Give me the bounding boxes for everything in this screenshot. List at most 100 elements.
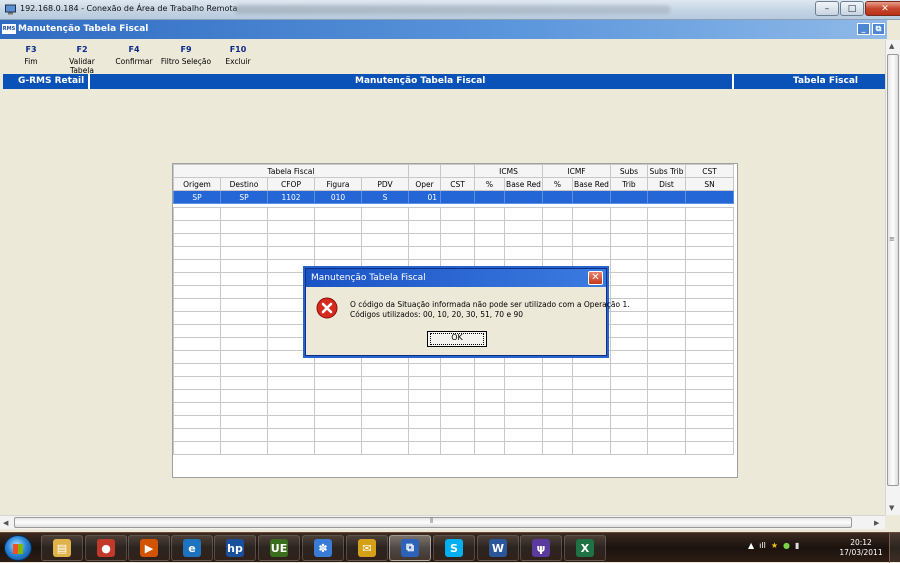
empty-cell[interactable] xyxy=(610,389,648,403)
empty-cell[interactable] xyxy=(647,428,686,442)
empty-cell[interactable] xyxy=(685,337,734,351)
cell-origem[interactable]: SP xyxy=(173,190,221,204)
app-minimize-button[interactable]: _ xyxy=(857,23,870,35)
empty-cell[interactable] xyxy=(408,363,441,377)
empty-cell[interactable] xyxy=(314,246,362,260)
empty-cell[interactable] xyxy=(267,220,315,234)
empty-cell[interactable] xyxy=(542,402,573,416)
empty-cell[interactable] xyxy=(572,233,611,247)
empty-cell[interactable] xyxy=(542,428,573,442)
empty-cell[interactable] xyxy=(267,441,315,455)
taskbar-media-player-button[interactable]: ● xyxy=(85,535,127,561)
column-header-cst-sn[interactable]: SN xyxy=(685,177,734,191)
empty-cell[interactable] xyxy=(542,415,573,429)
empty-cell[interactable] xyxy=(542,363,573,377)
cell-destino[interactable]: SP xyxy=(220,190,268,204)
empty-cell[interactable] xyxy=(440,246,475,260)
column-header-destino[interactable]: Destino xyxy=(220,177,268,191)
empty-cell[interactable] xyxy=(267,389,315,403)
empty-cell[interactable] xyxy=(361,246,409,260)
empty-cell[interactable] xyxy=(474,207,505,221)
cell-icms-base-red[interactable] xyxy=(504,190,543,204)
empty-cell[interactable] xyxy=(685,402,734,416)
empty-table-row[interactable] xyxy=(173,220,734,234)
empty-cell[interactable] xyxy=(647,311,686,325)
empty-table-row[interactable] xyxy=(173,363,734,377)
empty-cell[interactable] xyxy=(610,402,648,416)
rdp-maximize-button[interactable]: □ xyxy=(840,1,864,16)
empty-cell[interactable] xyxy=(173,389,221,403)
empty-cell[interactable] xyxy=(474,220,505,234)
scroll-down-arrow-icon[interactable]: ▼ xyxy=(889,504,894,512)
empty-cell[interactable] xyxy=(220,207,268,221)
toolbar-fim-button[interactable]: F3 Fim xyxy=(21,45,41,66)
empty-cell[interactable] xyxy=(361,207,409,221)
empty-cell[interactable] xyxy=(610,259,648,273)
taskbar-vs-button[interactable]: ψ xyxy=(520,535,562,561)
empty-cell[interactable] xyxy=(440,207,475,221)
empty-cell[interactable] xyxy=(220,259,268,273)
empty-cell[interactable] xyxy=(173,350,221,364)
empty-cell[interactable] xyxy=(474,415,505,429)
column-header-subs-trib-dist[interactable]: Dist xyxy=(647,177,686,191)
empty-cell[interactable] xyxy=(685,389,734,403)
empty-cell[interactable] xyxy=(314,402,362,416)
empty-cell[interactable] xyxy=(572,376,611,390)
empty-cell[interactable] xyxy=(408,376,441,390)
empty-cell[interactable] xyxy=(685,428,734,442)
empty-cell[interactable] xyxy=(647,402,686,416)
empty-cell[interactable] xyxy=(314,428,362,442)
empty-cell[interactable] xyxy=(610,428,648,442)
empty-cell[interactable] xyxy=(173,272,221,286)
empty-cell[interactable] xyxy=(504,441,543,455)
taskbar-outlook-button[interactable]: ✉ xyxy=(346,535,388,561)
empty-cell[interactable] xyxy=(685,220,734,234)
empty-cell[interactable] xyxy=(361,233,409,247)
column-header-icmf-base-red[interactable]: Base Red xyxy=(572,177,611,191)
empty-cell[interactable] xyxy=(361,402,409,416)
empty-cell[interactable] xyxy=(173,259,221,273)
cell-subs-trib[interactable] xyxy=(610,190,648,204)
empty-cell[interactable] xyxy=(685,350,734,364)
empty-cell[interactable] xyxy=(220,428,268,442)
toolbar-confirmar-button[interactable]: F4 Confirmar xyxy=(114,45,154,66)
empty-cell[interactable] xyxy=(610,441,648,455)
column-header-cfop[interactable]: CFOP xyxy=(267,177,315,191)
empty-cell[interactable] xyxy=(572,363,611,377)
empty-cell[interactable] xyxy=(610,233,648,247)
column-header-origem[interactable]: Origem xyxy=(173,177,221,191)
empty-cell[interactable] xyxy=(647,415,686,429)
cell-cst-sn[interactable] xyxy=(685,190,734,204)
taskbar-explorer-button[interactable]: ▤ xyxy=(41,535,83,561)
empty-cell[interactable] xyxy=(647,259,686,273)
empty-cell[interactable] xyxy=(220,402,268,416)
empty-cell[interactable] xyxy=(572,389,611,403)
cell-figura[interactable]: 010 xyxy=(314,190,362,204)
rdp-close-button[interactable]: ✕ xyxy=(865,1,900,16)
empty-cell[interactable] xyxy=(220,285,268,299)
empty-cell[interactable] xyxy=(647,220,686,234)
empty-cell[interactable] xyxy=(504,220,543,234)
empty-cell[interactable] xyxy=(685,376,734,390)
empty-cell[interactable] xyxy=(647,272,686,286)
empty-cell[interactable] xyxy=(572,402,611,416)
empty-cell[interactable] xyxy=(314,441,362,455)
empty-cell[interactable] xyxy=(220,233,268,247)
empty-cell[interactable] xyxy=(647,285,686,299)
empty-cell[interactable] xyxy=(173,415,221,429)
dialog-close-button[interactable]: ✕ xyxy=(588,271,603,285)
empty-cell[interactable] xyxy=(647,337,686,351)
empty-cell[interactable] xyxy=(440,220,475,234)
empty-cell[interactable] xyxy=(408,441,441,455)
toolbar-excluir-button[interactable]: F10 Excluir xyxy=(224,45,252,66)
empty-cell[interactable] xyxy=(220,246,268,260)
empty-cell[interactable] xyxy=(474,402,505,416)
empty-cell[interactable] xyxy=(173,363,221,377)
empty-table-row[interactable] xyxy=(173,246,734,260)
empty-cell[interactable] xyxy=(572,415,611,429)
empty-cell[interactable] xyxy=(572,428,611,442)
empty-cell[interactable] xyxy=(361,441,409,455)
empty-cell[interactable] xyxy=(361,376,409,390)
column-header-oper[interactable]: Oper xyxy=(408,177,441,191)
horizontal-scrollbar[interactable]: ◀ ⦀ ▶ xyxy=(0,515,885,529)
